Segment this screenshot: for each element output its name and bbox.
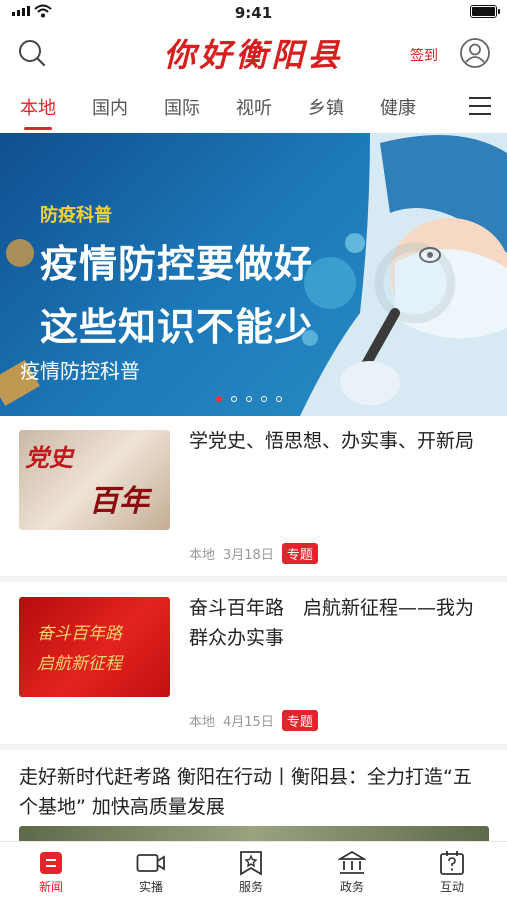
carousel-dots (216, 396, 282, 402)
bottom-tab-interaction[interactable]: 互动 (417, 848, 487, 895)
banner-headline-1: 疫情防控要做好 (40, 242, 314, 286)
topic-badge: 专题 (281, 710, 318, 731)
bottom-tab-service[interactable]: 服务 (216, 848, 286, 895)
government-icon (338, 850, 366, 874)
app-header: 你好衡阳县 签到 (0, 26, 507, 82)
active-tab-indicator (24, 127, 52, 130)
battery-icon (470, 5, 500, 18)
thumb-text: 党史 (25, 443, 73, 472)
news-date: 4月15日 (223, 715, 274, 730)
news-meta: 本地 4月15日 专题 (189, 710, 318, 731)
news-list-item[interactable]: 党史 百年 学党史、悟思想、办实事、开新局 本地 3月18日 专题 (0, 416, 507, 576)
divider (0, 744, 507, 750)
news-thumbnail: 党史 百年 (19, 430, 170, 530)
status-time: 9:41 (234, 4, 273, 22)
carousel-dot-active[interactable] (216, 396, 222, 402)
user-avatar-icon[interactable] (459, 37, 491, 69)
thumb-text: 百年 (89, 484, 149, 519)
bottom-tab-label: 新闻 (38, 880, 63, 894)
news-icon (40, 852, 62, 874)
bottom-tab-label: 政务 (339, 880, 364, 894)
tab-domestic[interactable]: 国内 (92, 94, 128, 120)
signin-button[interactable]: 签到 (410, 45, 438, 65)
service-icon (240, 851, 262, 876)
status-bar: 9:41 (0, 0, 507, 26)
carousel-dot[interactable] (276, 396, 282, 402)
news-title: 学党史、悟思想、办实事、开新局 (189, 430, 475, 452)
thumb-text: 奋斗百年路 (37, 624, 122, 644)
tab-towns[interactable]: 乡镇 (308, 94, 344, 120)
carousel-dot[interactable] (261, 396, 267, 402)
news-thumbnail: 奋斗百年路 启航新征程 (19, 597, 170, 697)
bottom-tab-label: 服务 (238, 880, 263, 894)
category-tabs: 本地 国内 国际 视听 乡镇 健康 (0, 82, 507, 130)
bottom-tab-label: 实播 (138, 880, 163, 894)
bottom-tab-bar: 新闻 实播 服务 政务 互动 (0, 841, 507, 900)
bottom-tab-label: 互动 (439, 880, 464, 894)
tab-health[interactable]: 健康 (380, 94, 416, 120)
banner-caption: 疫情防控科普 (20, 359, 140, 383)
tab-local[interactable]: 本地 (20, 94, 56, 120)
bottom-tab-news[interactable]: 新闻 (16, 848, 86, 895)
bottom-tab-government[interactable]: 政务 (317, 848, 387, 895)
tab-international[interactable]: 国际 (164, 94, 200, 120)
news-title: 奋斗百年路 启航新征程——我为群众办实事 (189, 597, 475, 649)
topic-badge: 专题 (281, 543, 318, 564)
carousel-dot[interactable] (231, 396, 237, 402)
news-date: 3月18日 (223, 548, 274, 563)
interaction-icon (440, 851, 464, 875)
carousel-dot[interactable] (246, 396, 252, 402)
banner-headline-2: 这些知识不能少 (40, 305, 314, 349)
bottom-tab-live[interactable]: 实播 (116, 848, 186, 895)
thumb-text: 启航新征程 (37, 654, 122, 674)
wide-news-title[interactable]: 走好新时代赶考路 衡阳在行动丨衡阳县：全力打造“五个基地” 加快高质量发展 (19, 762, 488, 822)
banner-carousel[interactable]: 防疫科普 疫情防控要做好 这些知识不能少 疫情防控科普 (0, 133, 507, 416)
banner-tag: 防疫科普 (40, 205, 112, 226)
tab-audiovisual[interactable]: 视听 (236, 94, 272, 120)
news-source: 本地 (189, 548, 216, 563)
wide-news-image[interactable] (19, 826, 489, 842)
news-meta: 本地 3月18日 专题 (189, 543, 318, 564)
video-camera-icon (136, 854, 165, 872)
news-source: 本地 (189, 715, 216, 730)
menu-icon[interactable] (469, 97, 491, 121)
news-list-item[interactable]: 奋斗百年路 启航新征程 奋斗百年路 启航新征程——我为群众办实事 本地 4月15… (0, 582, 507, 744)
